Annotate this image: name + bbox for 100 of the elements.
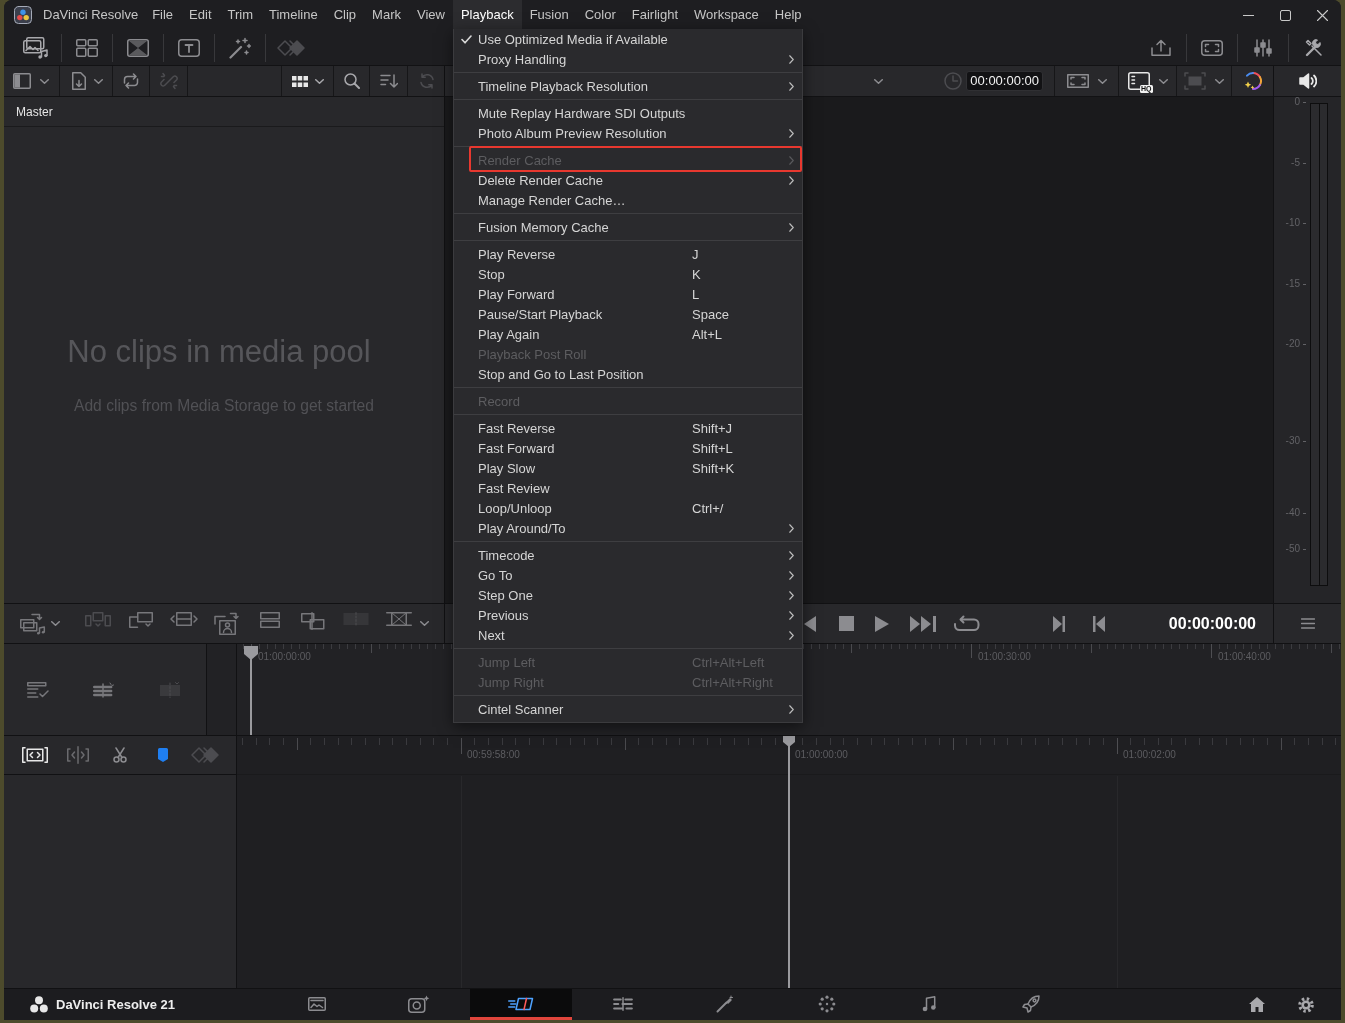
menu-item[interactable]: Manage Render Cache… [454, 190, 802, 210]
menu-bar-item[interactable]: Help [766, 0, 810, 29]
clip-arrow-note-icon[interactable] [20, 612, 46, 635]
fit-frame-icon[interactable] [22, 747, 49, 763]
frame-arrows-icon[interactable] [169, 611, 198, 626]
menu-item[interactable]: Stop and Go to Last Position [454, 364, 802, 384]
frame-append-icon[interactable] [128, 611, 153, 628]
menu-item[interactable]: Step One [454, 585, 802, 605]
menu-item[interactable]: Go To [454, 565, 802, 585]
menu-bar-item[interactable]: View [408, 0, 453, 29]
caret-icon[interactable] [51, 621, 60, 626]
menu-item[interactable]: Delete Render Cache [454, 170, 802, 190]
caret-icon[interactable] [315, 78, 324, 84]
menu-item[interactable]: Mute Replay Hardware SDI Outputs [454, 103, 802, 123]
menu-bar-item[interactable]: File [144, 0, 182, 29]
menu-bar-item[interactable]: Workspace [686, 0, 767, 29]
menu-item[interactable]: Loop/Unloop Ctrl+/ [454, 498, 802, 518]
menu-item[interactable]: Play Reverse J [454, 244, 802, 264]
music-note-icon[interactable] [922, 996, 936, 1012]
timeline-bars-icon[interactable] [613, 997, 633, 1011]
menu-item[interactable]: Timecode [454, 545, 802, 565]
app-menu[interactable]: DaVinci Resolve [43, 0, 139, 29]
menu-item[interactable]: Photo Album Preview Resolution [454, 123, 802, 143]
wand-icon[interactable] [716, 995, 734, 1013]
caret-icon[interactable] [874, 78, 883, 84]
menu-item[interactable]: Fusion Memory Cache [454, 217, 802, 237]
title-icon[interactable] [178, 38, 200, 57]
panel-toggle-icon[interactable] [13, 73, 31, 89]
crossed-frame-icon[interactable] [385, 611, 412, 626]
caret-icon[interactable] [420, 621, 429, 626]
picture-frame-icon[interactable] [308, 997, 326, 1011]
speaker-icon[interactable] [1298, 73, 1317, 89]
menu-bar-item[interactable]: Trim [219, 0, 261, 29]
dotted-ring-icon[interactable] [818, 995, 836, 1013]
menu-item[interactable]: Fast Forward Shift+L [454, 438, 802, 458]
tile-layout-icon[interactable] [76, 38, 98, 57]
home-icon[interactable] [1249, 997, 1265, 1012]
menu-item[interactable]: Use Optimized Media if Available [454, 29, 802, 49]
trim-bars-icon[interactable] [93, 681, 115, 698]
camera-sparkle-icon[interactable] [408, 995, 430, 1013]
page-tab[interactable] [470, 989, 572, 1020]
check-icon[interactable] [460, 34, 472, 44]
caret-icon[interactable] [1158, 78, 1168, 84]
menu-item[interactable]: Next [454, 625, 802, 645]
menu-item[interactable]: Play Around/To [454, 518, 802, 538]
transition-icon[interactable] [127, 38, 149, 57]
menu-item[interactable]: Play Slow Shift+K [454, 458, 802, 478]
marker-icon[interactable] [157, 748, 168, 762]
rocket-icon[interactable] [1022, 995, 1040, 1013]
menu-bar-item[interactable]: Edit [181, 0, 220, 29]
settings-icon[interactable] [1298, 996, 1314, 1013]
timecode-field[interactable]: 00:00:00:00 [966, 71, 1043, 91]
menu-bar-item[interactable]: Color [576, 0, 624, 29]
menu-item[interactable]: Timeline Playback Resolution [454, 76, 802, 96]
step-forward-icon[interactable] [1053, 615, 1065, 632]
swap-arrows-icon[interactable] [122, 73, 140, 89]
grid-view-icon[interactable] [292, 75, 308, 87]
overlapped-frames-icon[interactable] [300, 611, 325, 630]
upload-icon[interactable] [1150, 38, 1171, 57]
caret-icon[interactable] [40, 78, 49, 84]
step-back-icon[interactable] [1093, 615, 1105, 632]
stacked-frames-icon[interactable] [259, 611, 280, 628]
close-icon[interactable] [1317, 9, 1328, 21]
menu-bar-item[interactable]: Fairlight [623, 0, 687, 29]
menu-item[interactable]: Cintel Scanner [454, 699, 802, 719]
menu-bar-item[interactable]: Mark [364, 0, 409, 29]
mixer-sliders-icon[interactable] [1253, 38, 1273, 57]
caret-icon[interactable] [1097, 78, 1107, 84]
list-check-icon[interactable] [27, 681, 49, 698]
menu-item[interactable]: Pause/Start Playback Space [454, 304, 802, 324]
menu-bar-item[interactable]: Fusion [521, 0, 577, 29]
frame-person-icon[interactable] [213, 611, 240, 636]
menu-item[interactable]: Fast Review [454, 478, 802, 498]
caret-icon[interactable] [94, 78, 103, 84]
bin-name[interactable]: Master [16, 104, 53, 119]
magic-wand-icon[interactable] [229, 36, 251, 59]
menu-bar-item[interactable]: Timeline [261, 0, 326, 29]
effects-ring-icon[interactable] [1242, 71, 1263, 91]
document-arrow-icon[interactable] [72, 72, 86, 90]
menu-icon[interactable] [1300, 618, 1315, 629]
search-icon[interactable] [343, 73, 360, 89]
film-speed-icon[interactable] [508, 997, 534, 1011]
menu-item[interactable]: Previous [454, 605, 802, 625]
menu-item[interactable]: Stop K [454, 264, 802, 284]
menu-item[interactable]: Play Forward L [454, 284, 802, 304]
scissors-icon[interactable] [113, 747, 128, 763]
menu-item[interactable]: Play Again Alt+L [454, 324, 802, 344]
menu-item[interactable]: Proxy Handling [454, 49, 802, 69]
tools-icon[interactable] [1305, 38, 1323, 57]
playhead[interactable] [244, 646, 258, 735]
sort-icon[interactable] [379, 74, 398, 88]
maximize-icon[interactable] [1280, 9, 1291, 21]
loop-icon[interactable] [954, 614, 980, 633]
media-icon[interactable] [22, 36, 49, 59]
minimize-icon[interactable] [1243, 14, 1254, 16]
trim-cursor-icon[interactable] [66, 746, 89, 764]
caret-icon[interactable] [1215, 78, 1224, 84]
menu-bar-item[interactable]: Playback [452, 0, 522, 29]
skip-forward-icon[interactable] [910, 615, 936, 632]
frame-guides-icon[interactable] [1066, 74, 1089, 88]
